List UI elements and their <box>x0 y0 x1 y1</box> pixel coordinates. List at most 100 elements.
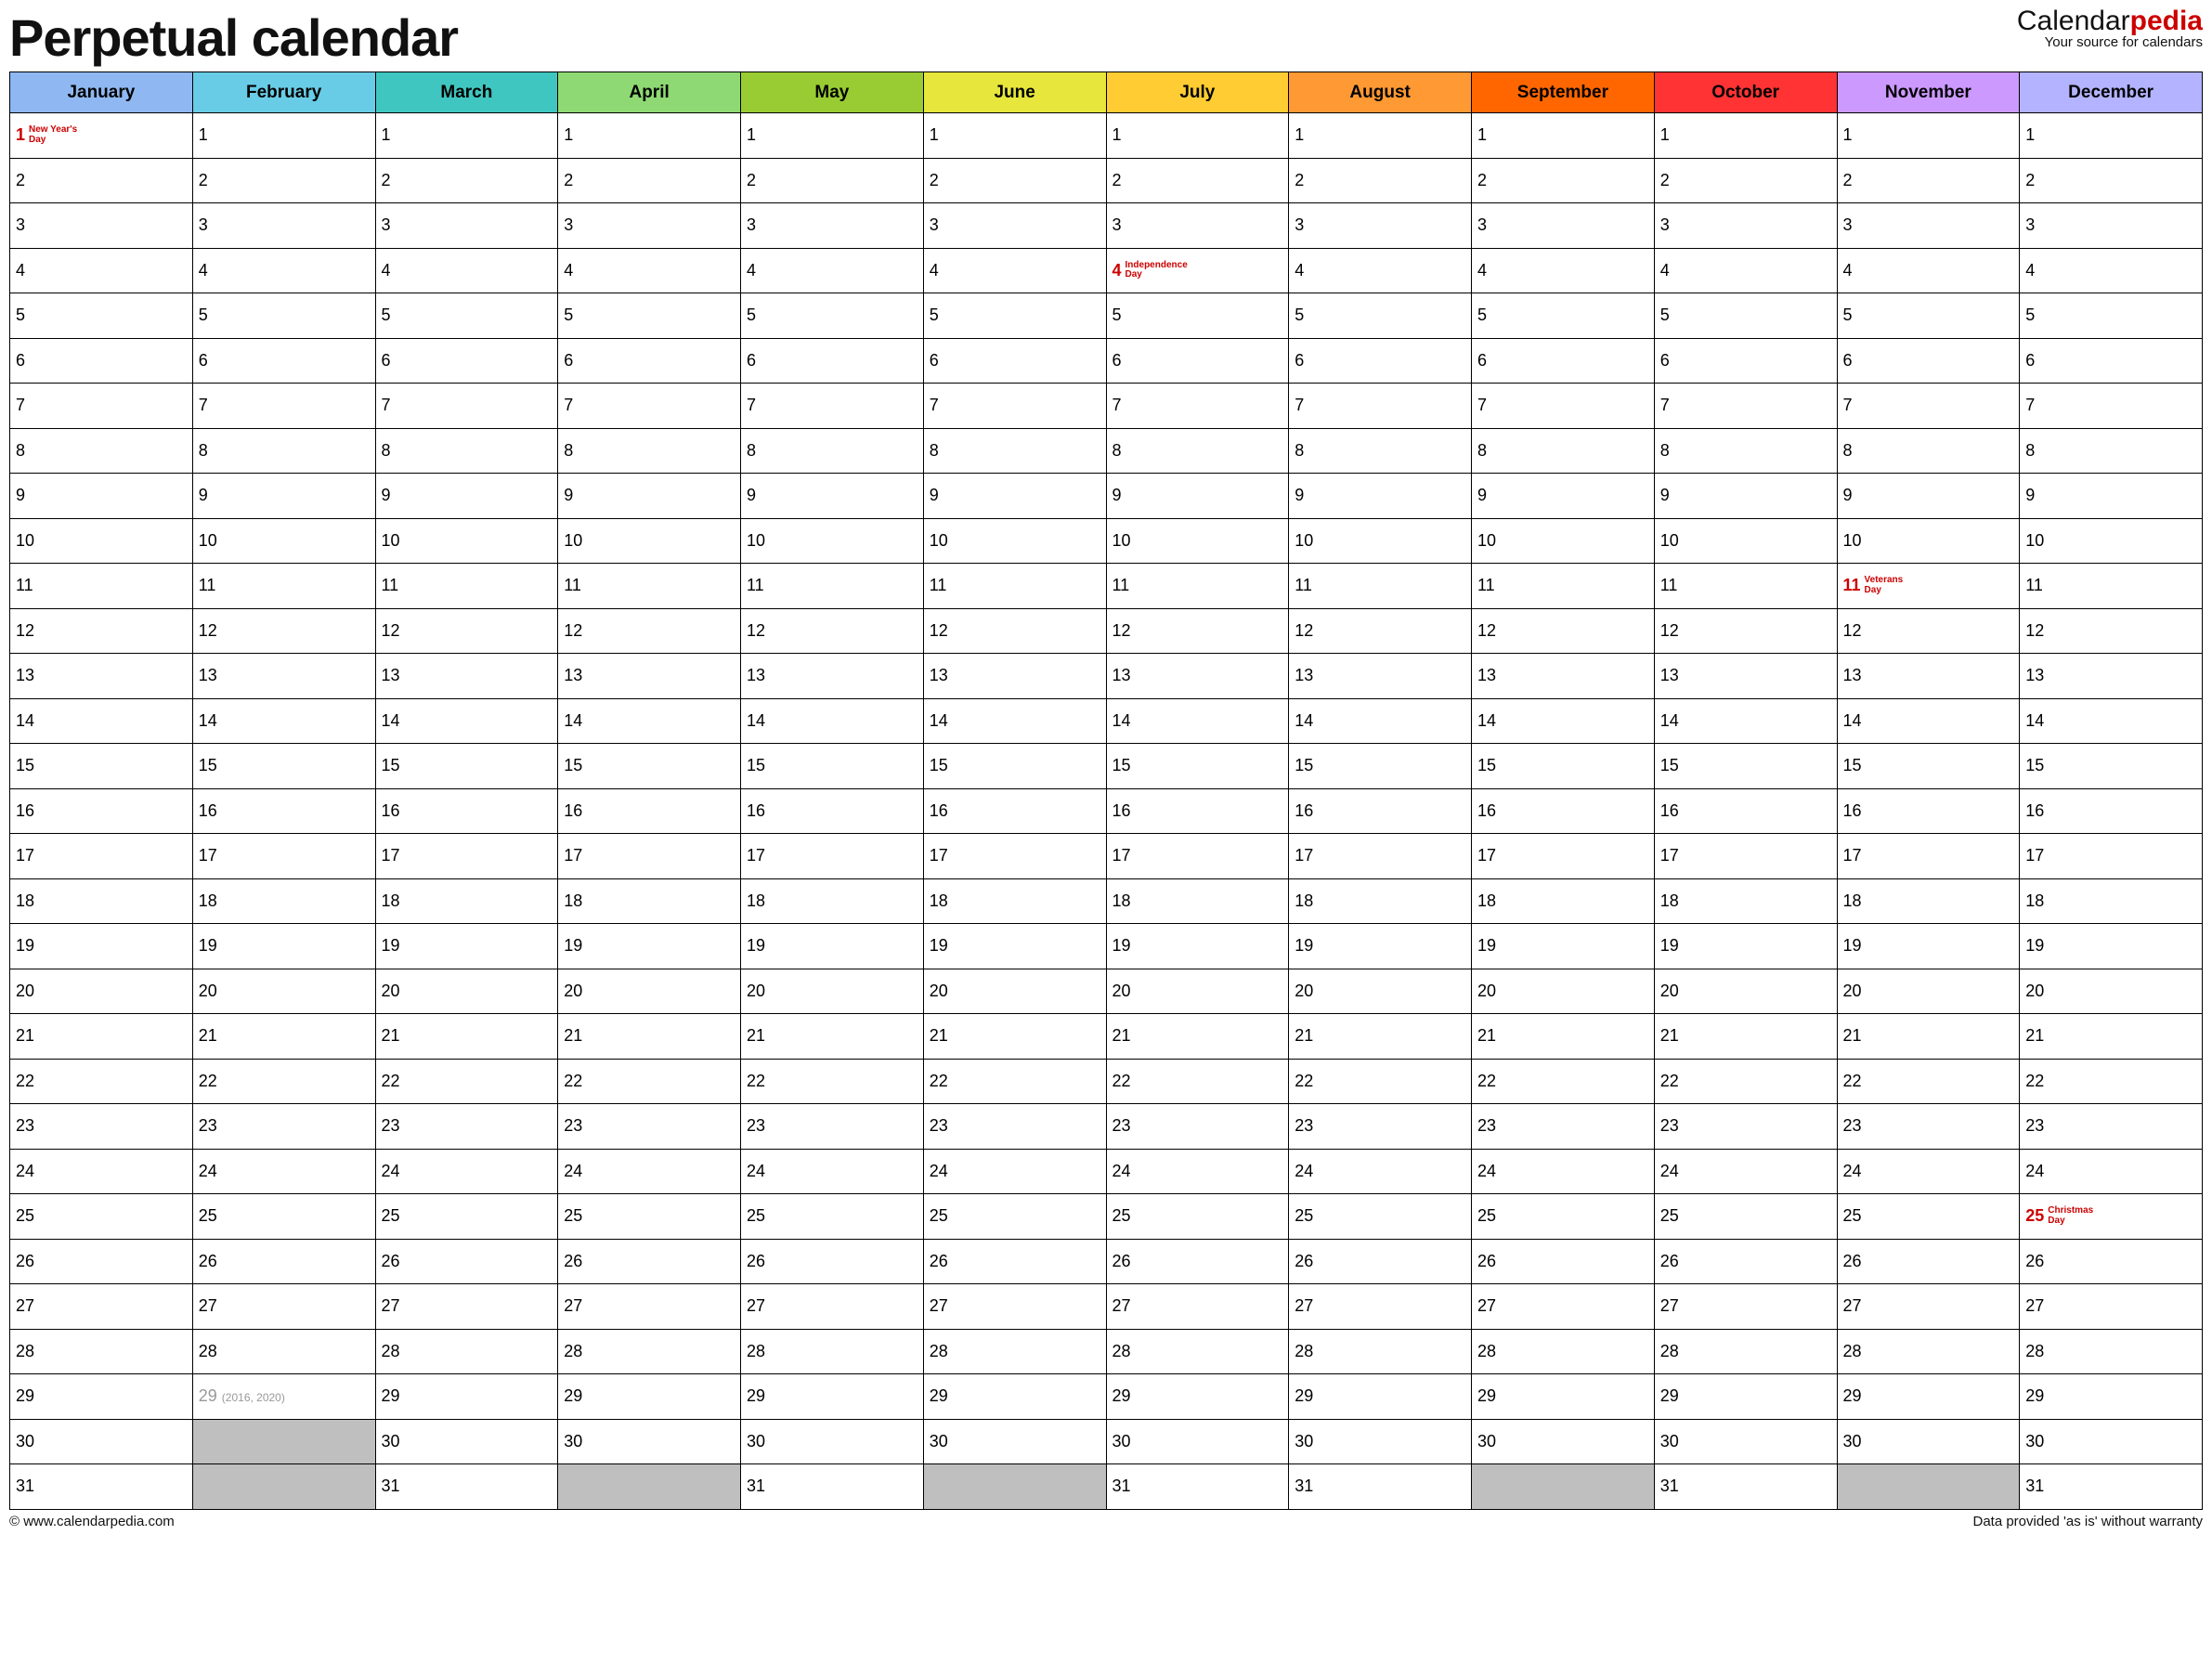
day-cell: 15 <box>10 744 193 789</box>
day-cell: 22 <box>923 1059 1106 1104</box>
day-cell: 2 <box>1654 158 1837 203</box>
day-cell: 6 <box>1472 338 1655 384</box>
day-cell: 27 <box>1654 1284 1837 1330</box>
day-cell: 15 <box>1654 744 1837 789</box>
day-cell: 3 <box>10 203 193 249</box>
day-cell: 28 <box>741 1329 924 1374</box>
day-cell: 22 <box>10 1059 193 1104</box>
day-cell: 7 <box>192 384 375 429</box>
day-cell: 5 <box>741 293 924 339</box>
day-cell: 11 <box>10 564 193 609</box>
day-cell: 31 <box>741 1464 924 1510</box>
day-cell: 2 <box>1837 158 2020 203</box>
day-cell: 19 <box>192 924 375 969</box>
day-cell: 11 <box>192 564 375 609</box>
day-cell: 24 <box>1472 1149 1655 1194</box>
month-header: March <box>375 72 558 113</box>
day-cell: 1 <box>1654 113 1837 159</box>
month-header: January <box>10 72 193 113</box>
day-cell: 24 <box>2020 1149 2203 1194</box>
day-cell: 23 <box>192 1104 375 1150</box>
day-cell: 12 <box>741 608 924 654</box>
day-cell: 10 <box>1472 518 1655 564</box>
day-cell: 17 <box>558 834 741 879</box>
day-cell: 20 <box>2020 969 2203 1014</box>
day-cell: 11 <box>2020 564 2203 609</box>
day-cell: 21 <box>1289 1014 1472 1060</box>
day-cell: 11VeteransDay <box>1837 564 2020 609</box>
day-cell: 29 <box>923 1374 1106 1420</box>
day-cell: 23 <box>375 1104 558 1150</box>
day-cell: 7 <box>1654 384 1837 429</box>
day-cell: 1 <box>1106 113 1289 159</box>
day-cell: 25 <box>192 1194 375 1240</box>
day-cell <box>1472 1464 1655 1510</box>
day-cell: 7 <box>1837 384 2020 429</box>
day-cell: 23 <box>1289 1104 1472 1150</box>
day-cell: 7 <box>1289 384 1472 429</box>
day-cell: 2 <box>192 158 375 203</box>
day-cell: 22 <box>1472 1059 1655 1104</box>
day-cell: 12 <box>2020 608 2203 654</box>
day-cell: 25 <box>741 1194 924 1240</box>
day-cell: 4 <box>741 248 924 293</box>
day-cell: 8 <box>1654 428 1837 474</box>
day-cell: 16 <box>1289 788 1472 834</box>
day-cell: 22 <box>558 1059 741 1104</box>
day-cell: 30 <box>1106 1419 1289 1464</box>
day-cell: 25 <box>10 1194 193 1240</box>
day-cell: 25 <box>375 1194 558 1240</box>
day-cell: 12 <box>1837 608 2020 654</box>
day-cell: 17 <box>10 834 193 879</box>
day-cell: 25 <box>1654 1194 1837 1240</box>
day-cell: 5 <box>10 293 193 339</box>
day-cell <box>558 1464 741 1510</box>
day-cell: 5 <box>1472 293 1655 339</box>
day-cell: 22 <box>1654 1059 1837 1104</box>
day-cell: 11 <box>923 564 1106 609</box>
day-cell: 31 <box>2020 1464 2203 1510</box>
day-cell: 13 <box>375 654 558 699</box>
day-cell: 15 <box>1106 744 1289 789</box>
day-cell: 18 <box>741 878 924 924</box>
day-cell: 27 <box>2020 1284 2203 1330</box>
day-cell: 17 <box>1837 834 2020 879</box>
day-cell: 31 <box>1289 1464 1472 1510</box>
day-cell: 25 <box>1289 1194 1472 1240</box>
day-cell: 18 <box>1472 878 1655 924</box>
day-cell: 9 <box>1289 474 1472 519</box>
day-cell: 19 <box>1837 924 2020 969</box>
day-cell: 19 <box>10 924 193 969</box>
day-cell: 4 <box>558 248 741 293</box>
day-cell: 5 <box>1837 293 2020 339</box>
day-cell: 29 <box>375 1374 558 1420</box>
day-cell: 21 <box>375 1014 558 1060</box>
day-cell: 21 <box>192 1014 375 1060</box>
day-cell: 19 <box>1106 924 1289 969</box>
day-cell: 14 <box>2020 698 2203 744</box>
day-cell: 8 <box>2020 428 2203 474</box>
day-cell: 10 <box>558 518 741 564</box>
day-cell: 21 <box>923 1014 1106 1060</box>
day-cell: 12 <box>1289 608 1472 654</box>
day-cell: 21 <box>1472 1014 1655 1060</box>
day-cell: 18 <box>375 878 558 924</box>
day-cell: 22 <box>192 1059 375 1104</box>
day-cell: 6 <box>10 338 193 384</box>
day-cell: 11 <box>375 564 558 609</box>
day-cell: 27 <box>558 1284 741 1330</box>
day-cell: 16 <box>2020 788 2203 834</box>
day-cell: 18 <box>558 878 741 924</box>
day-cell: 14 <box>1654 698 1837 744</box>
day-cell: 28 <box>10 1329 193 1374</box>
day-cell: 11 <box>1289 564 1472 609</box>
day-cell: 21 <box>2020 1014 2203 1060</box>
day-cell: 28 <box>1106 1329 1289 1374</box>
day-cell: 17 <box>1654 834 1837 879</box>
day-cell: 9 <box>2020 474 2203 519</box>
day-cell: 14 <box>1289 698 1472 744</box>
day-cell: 17 <box>1472 834 1655 879</box>
day-cell: 22 <box>1289 1059 1472 1104</box>
day-cell: 10 <box>10 518 193 564</box>
day-cell: 12 <box>10 608 193 654</box>
